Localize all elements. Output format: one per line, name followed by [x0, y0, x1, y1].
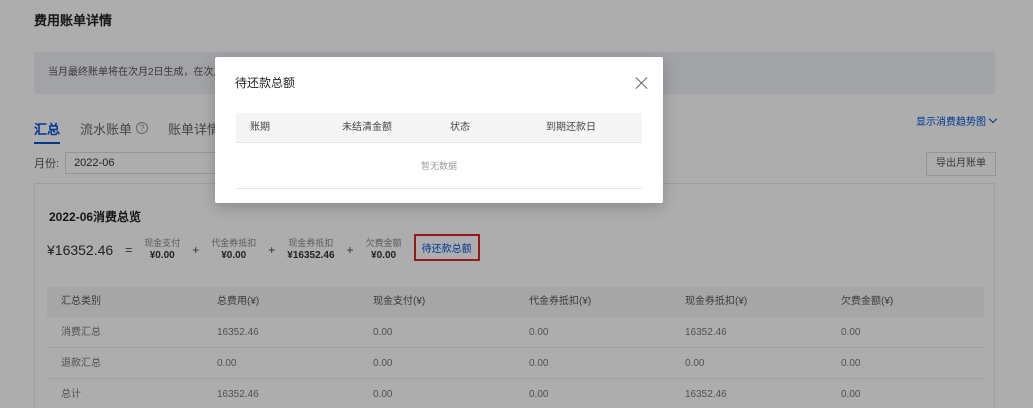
column-header: 账期 — [250, 122, 270, 133]
dialog-table-header: 账期 未结清金额 状态 到期还款日 — [236, 113, 642, 143]
pending-repayment-dialog: 待还款总额 账期 未结清金额 状态 到期还款日 暂无数据 — [215, 57, 663, 203]
empty-state-text: 暂无数据 — [236, 143, 642, 189]
column-header: 到期还款日 — [546, 122, 596, 133]
dialog-title: 待还款总额 — [235, 76, 296, 90]
close-icon[interactable] — [635, 76, 649, 90]
dialog-table: 账期 未结清金额 状态 到期还款日 暂无数据 — [236, 113, 642, 189]
column-header: 未结清金额 — [342, 122, 392, 133]
column-header: 状态 — [450, 122, 470, 133]
